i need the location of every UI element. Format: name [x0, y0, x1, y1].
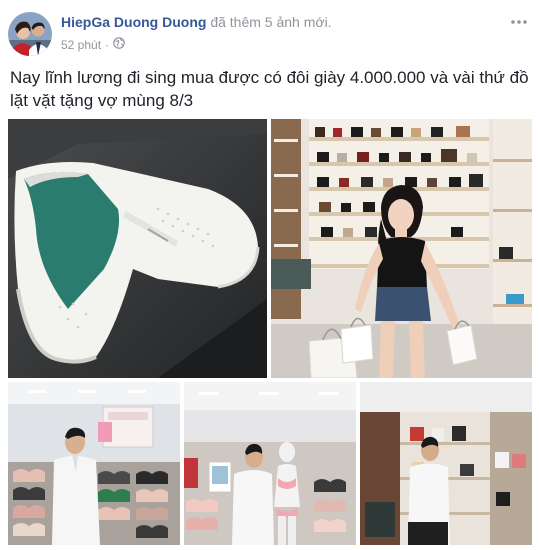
author-name-link[interactable]: HiepGa Duong Duong: [61, 14, 206, 30]
globe-icon[interactable]: [113, 37, 125, 52]
post-header-line: HiepGa Duong Duong đã thêm 5 ảnh mới.: [61, 14, 332, 30]
post-action-text: đã thêm 5 ảnh mới.: [206, 14, 332, 30]
photo-man-lingerie-store-2[interactable]: [184, 382, 356, 545]
post-meta: 52 phút ·: [61, 37, 125, 52]
meta-separator: ·: [105, 37, 110, 52]
post-timestamp[interactable]: 52 phút: [61, 38, 101, 52]
photo-man-bag-store[interactable]: [360, 382, 532, 545]
author-avatar[interactable]: [8, 12, 52, 56]
more-options-icon[interactable]: [507, 12, 531, 32]
photo-white-shoes[interactable]: [8, 119, 267, 378]
post-text: Nay lĩnh lương đi sing mua được có đôi g…: [10, 68, 529, 110]
facebook-post: HiepGa Duong Duong đã thêm 5 ảnh mới. 52…: [0, 0, 539, 550]
photo-man-lingerie-store-1[interactable]: [8, 382, 180, 545]
photo-woman-in-shoe-store[interactable]: [271, 119, 532, 378]
